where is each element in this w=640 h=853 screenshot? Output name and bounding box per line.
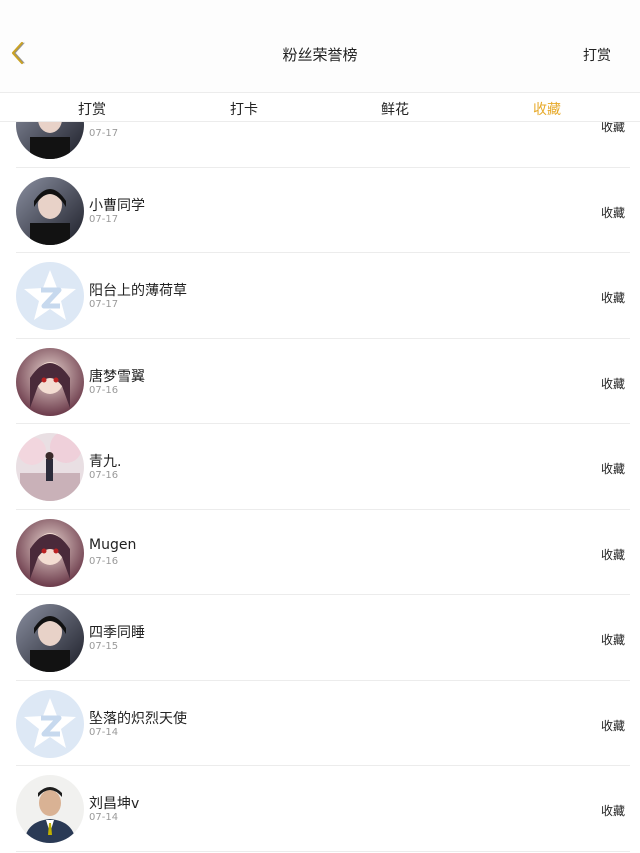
action-label: 收藏 xyxy=(600,462,625,476)
fan-name: 四季同睡 xyxy=(89,625,145,641)
fan-date: 07-17 xyxy=(89,213,119,225)
avatar[interactable] xyxy=(16,122,84,159)
header-bar: 粉丝荣誉榜 打赏 xyxy=(0,0,640,92)
list-item[interactable]: 四季同睡 07-15 收藏 xyxy=(16,595,630,681)
fan-name: 刘昌坤v xyxy=(89,796,140,812)
fan-date: 07-17 xyxy=(89,128,119,139)
fan-name: 阳台上的薄荷草 xyxy=(89,283,187,299)
action-label: 收藏 xyxy=(600,718,625,733)
avatar[interactable] xyxy=(16,604,84,672)
tab-flowers[interactable]: 鲜花 xyxy=(355,99,435,119)
fan-name: 唐梦雪翼 xyxy=(89,368,145,385)
fan-list[interactable]: 07-17 收藏 小曹同学 07-17 收藏 阳台上的薄荷草 07-17 收藏 xyxy=(0,122,640,853)
action-label: 收藏 xyxy=(600,547,625,562)
tab-favorites[interactable]: 收藏 xyxy=(507,99,587,119)
page-title: 粉丝荣誉榜 xyxy=(282,46,358,64)
fan-date: 07-15 xyxy=(89,641,119,652)
action-label: 收藏 xyxy=(600,205,625,220)
fan-name: Mugen xyxy=(89,536,137,553)
list-item[interactable]: 坠落的炽烈天使 07-14 收藏 xyxy=(16,681,630,766)
avatar[interactable] xyxy=(16,689,84,758)
list-item[interactable]: Mugen 07-16 收藏 xyxy=(16,510,630,595)
action-label: 收藏 xyxy=(600,291,625,305)
avatar[interactable] xyxy=(16,262,84,330)
list-item[interactable]: 07-17 收藏 xyxy=(16,122,630,168)
avatar[interactable] xyxy=(16,518,84,587)
fan-name: 坠落的炽烈天使 xyxy=(89,710,187,727)
avatar[interactable] xyxy=(16,433,84,501)
tab-reward[interactable]: 打赏 xyxy=(52,99,132,119)
list-item[interactable]: 青九. 07-16 收藏 xyxy=(16,424,630,510)
avatar[interactable] xyxy=(16,347,84,416)
action-label: 收藏 xyxy=(600,376,625,391)
action-label: 收藏 xyxy=(600,633,625,647)
avatar[interactable] xyxy=(16,176,84,245)
fan-date: 07-14 xyxy=(89,726,119,738)
fan-date: 07-17 xyxy=(89,299,119,310)
fan-name: 小曹同学 xyxy=(89,197,145,214)
fan-date: 07-14 xyxy=(89,812,119,823)
list-item[interactable]: 刘昌坤v 07-14 收藏 xyxy=(16,766,630,852)
list-item[interactable]: 小曹同学 07-17 收藏 xyxy=(16,168,630,253)
reward-button[interactable]: 打赏 xyxy=(583,45,611,65)
fan-name: 青九. xyxy=(89,454,122,470)
fan-date: 07-16 xyxy=(89,470,119,481)
action-label: 收藏 xyxy=(600,804,625,818)
fan-date: 07-16 xyxy=(89,555,119,567)
avatar[interactable] xyxy=(16,775,84,843)
list-item[interactable]: 阳台上的薄荷草 07-17 收藏 xyxy=(16,253,630,339)
tab-bar: 打赏 打卡 鲜花 收藏 xyxy=(0,92,640,122)
fan-date: 07-16 xyxy=(89,384,119,396)
action-label: 收藏 xyxy=(600,122,625,134)
tab-checkin[interactable]: 打卡 xyxy=(204,99,284,119)
list-item[interactable]: 唐梦雪翼 07-16 收藏 xyxy=(16,339,630,424)
